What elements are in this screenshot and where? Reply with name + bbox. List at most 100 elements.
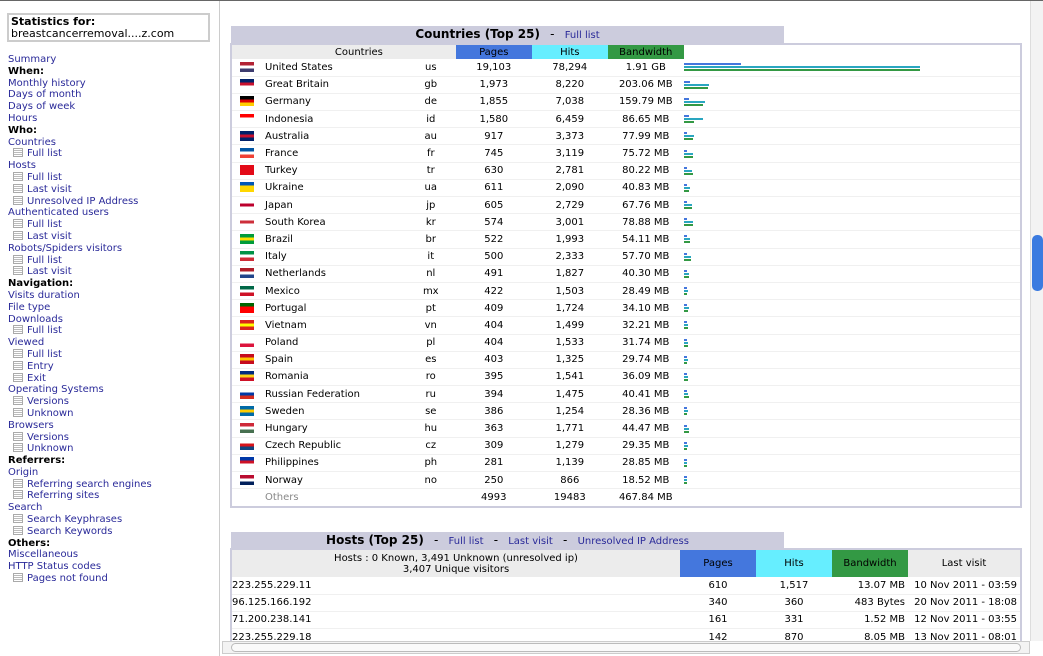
menu-link[interactable]: Full list [8,172,152,184]
menu-link[interactable]: Unresolved IP Address [8,196,152,208]
col-bandwidth: Bandwidth [607,45,684,59]
country-bw: 40.83 MB [607,179,684,198]
menu-link[interactable]: Full list [8,255,152,267]
hosts-summary: Hosts : 0 Known, 3,491 Unknown (unresolv… [232,550,680,577]
others-pages: 4993 [481,492,507,504]
menu-link[interactable]: Operating Systems [8,384,152,396]
menu-link[interactable]: Full list [8,148,152,160]
country-name: Turkey [262,162,406,180]
country-bars [683,59,1020,77]
menu-link[interactable]: Days of week [8,101,152,113]
country-name: South Korea [262,213,406,232]
country-pages: 630 [455,162,532,180]
hosts-unresolved-link[interactable]: Unresolved IP Address [578,536,689,547]
menu-link[interactable]: Entry [8,361,152,373]
country-pages: 19,103 [455,59,532,77]
menu-link[interactable]: Search Keywords [8,526,152,538]
menu-link[interactable]: Last visit [8,231,152,243]
menu-link[interactable]: Full list [8,219,152,231]
separator: - [550,27,555,41]
country-pages: 422 [455,282,532,301]
bandwidth-bar [683,241,691,244]
scroll-thumb[interactable] [231,643,1021,652]
menu-link[interactable]: Authenticated users [8,207,152,219]
menu-link[interactable]: Referring search engines [8,479,152,491]
menu-link[interactable]: Hosts [8,160,152,172]
menu-link[interactable]: Summary [8,54,152,66]
country-bw: 86.65 MB [607,110,684,129]
country-hits: 3,001 [531,213,608,232]
hosts-full-list-link[interactable]: Full list [449,536,484,547]
country-hits: 866 [531,471,608,490]
country-row: Italy it 500 2,333 57.70 MB [232,248,1020,266]
country-bw: 28.49 MB [607,282,684,301]
country-code: ph [405,454,456,473]
country-hits: 2,729 [531,196,608,215]
country-name: Spain [262,351,406,369]
hits-bar [683,375,689,378]
menu-link[interactable]: Full list [8,349,152,361]
menu-link[interactable]: Monthly history [8,78,152,90]
country-code: hu [405,419,456,438]
country-bw: 40.30 MB [607,265,684,283]
host-pages: 142 [680,628,756,641]
menu-link[interactable]: Search Keyphrases [8,514,152,526]
menu-link[interactable]: Visits duration [8,290,152,302]
menu-link[interactable]: Pages not found [8,573,152,585]
menu-link[interactable]: Miscellaneous [8,549,152,561]
pages-bar [683,80,690,83]
country-bars [683,437,1020,455]
pages-bar [683,390,687,393]
country-name: Italy [262,248,406,266]
country-name: Netherlands [262,265,406,283]
menu-link[interactable]: Robots/Spiders visitors [8,243,152,255]
country-name: Philippines [262,454,406,473]
flag-icon [240,302,254,313]
hosts-last-visit-link[interactable]: Last visit [508,536,553,547]
country-row: South Korea kr 574 3,001 78.88 MB [232,213,1020,232]
menu-link[interactable]: HTTP Status codes [8,561,152,573]
vertical-scrollbar[interactable] [1030,1,1043,641]
menu-link[interactable]: Origin [8,467,152,479]
menu-link[interactable]: Downloads [8,314,152,326]
menu-link[interactable]: Last visit [8,266,152,278]
flag-icon [240,371,254,382]
hits-bar [683,341,689,344]
horizontal-scrollbar[interactable] [222,641,1030,654]
host-ip: 96.125.166.192 [232,594,680,612]
countries-full-list-link[interactable]: Full list [565,30,600,41]
country-code: vn [405,316,456,335]
country-pages: 395 [455,368,532,387]
menu-link[interactable]: Viewed [8,337,152,349]
menu-link[interactable]: Search [8,502,152,514]
pages-bar [683,441,687,444]
country-pages: 363 [455,419,532,438]
bandwidth-bar [683,138,694,141]
menu-link[interactable]: Exit [8,373,152,385]
menu-link[interactable]: Versions [8,396,152,408]
menu-link[interactable]: Countries [8,137,152,149]
country-code: kr [405,213,456,232]
country-bars [683,471,1020,490]
menu-link[interactable]: Hours [8,113,152,125]
country-hits: 1,325 [531,351,608,369]
menu-link[interactable]: Versions [8,432,152,444]
country-hits: 2,333 [531,248,608,266]
menu-link[interactable]: Last visit [8,184,152,196]
menu-link[interactable]: Full list [8,325,152,337]
menu-link[interactable]: Referring sites [8,490,152,502]
pages-bar [683,287,687,290]
country-row: Mexico mx 422 1,503 28.49 MB [232,282,1020,301]
menu-link[interactable]: Browsers [8,420,152,432]
country-bars [683,282,1020,301]
menu-link[interactable]: Days of month [8,89,152,101]
pages-bar [683,115,689,118]
menu-link[interactable]: Unknown [8,408,152,420]
menu-link[interactable]: Unknown [8,443,152,455]
hits-bar [683,100,705,103]
hits-bar [683,358,688,361]
country-bars [683,248,1020,266]
scroll-thumb[interactable] [1032,235,1043,291]
country-code: it [405,248,456,266]
menu-link[interactable]: File type [8,302,152,314]
